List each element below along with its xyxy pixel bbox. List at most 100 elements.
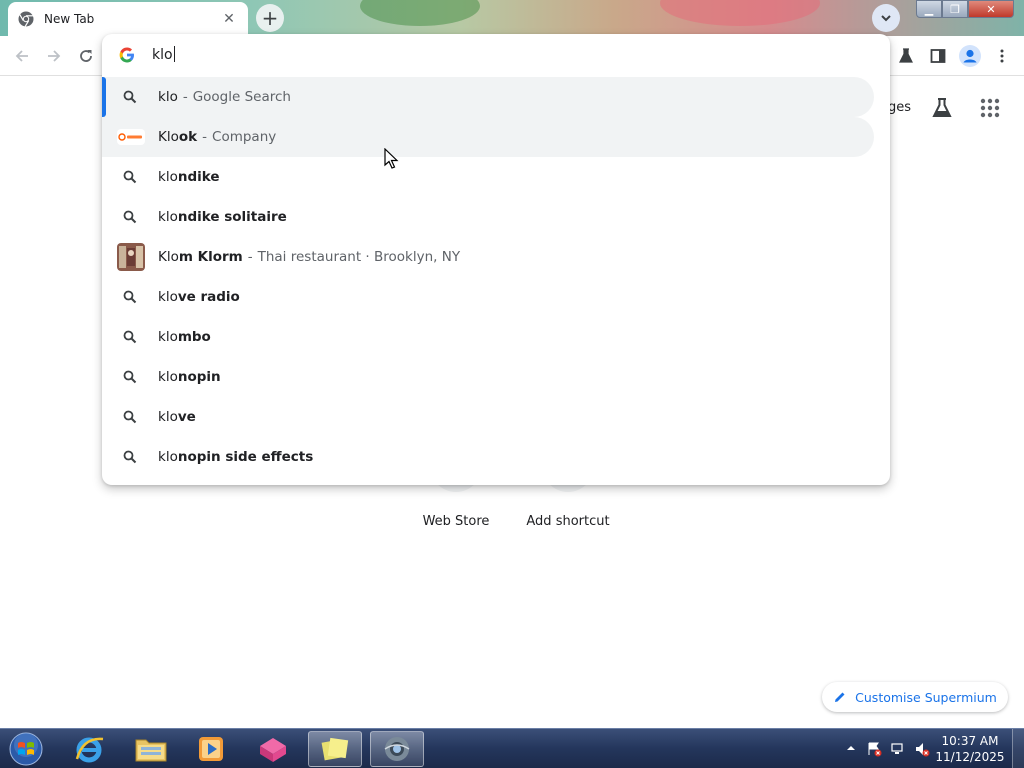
folder-icon <box>135 739 167 762</box>
tab-title: New Tab <box>44 12 95 26</box>
media-player-icon <box>199 737 223 761</box>
forward-button[interactable] <box>42 44 66 68</box>
search-icon <box>122 289 138 305</box>
suggestion-typed: klo <box>158 289 178 305</box>
internet-explorer-icon <box>75 737 104 763</box>
suggestion-completion: m Klorm <box>178 249 243 265</box>
separator: - <box>247 249 253 265</box>
suggestion-completion: nopin side effects <box>177 449 314 465</box>
suggestion-typed: klo <box>158 329 178 345</box>
suggestion-typed: klo <box>158 449 178 465</box>
suggestion-completion: ndike solitaire <box>177 209 287 225</box>
taskbar-sticky-notes[interactable] <box>308 731 362 767</box>
suggestion-typed: Klo <box>158 129 179 145</box>
start-button[interactable] <box>6 731 46 767</box>
customise-button[interactable]: Customise Supermium <box>822 682 1008 712</box>
arrow-left-icon <box>15 50 28 62</box>
search-icon <box>122 369 138 385</box>
chevron-up-icon[interactable] <box>846 743 856 753</box>
maximize-button[interactable]: ❐ <box>942 0 968 18</box>
taskbar-file-explorer[interactable] <box>124 731 178 767</box>
taskbar-app-pink[interactable] <box>246 731 300 767</box>
menu-button[interactable] <box>990 44 1014 68</box>
suggestion-typed: klo <box>158 169 178 185</box>
suggestion-completion: mbo <box>177 329 211 345</box>
omnibox-dropdown: klo klo - Google Search Klook - Company <box>102 34 890 485</box>
suggestion-completion: ok <box>178 129 198 145</box>
browser-title-bar: New Tab ✕ + ▁ ❐ ✕ <box>0 0 1024 36</box>
separator: - <box>202 129 208 145</box>
suggestion-row-klondike-solitaire[interactable]: klo ndike solitaire <box>102 197 874 237</box>
suggestion-row-klonopin[interactable]: klo nopin <box>102 357 874 397</box>
labs-extension-icon[interactable] <box>894 44 918 68</box>
suggestion-row-klondike[interactable]: klo ndike <box>102 157 874 197</box>
network-icon[interactable] <box>890 741 906 757</box>
text-caret <box>173 46 175 62</box>
taskbar-media-player[interactable] <box>184 731 238 767</box>
search-icon <box>122 449 138 465</box>
omnibox-input-row[interactable]: klo <box>102 34 890 76</box>
more-vertical-icon <box>1000 49 1004 63</box>
windows-taskbar: 10:37 AM 11/12/2025 <box>0 728 1024 768</box>
search-icon <box>122 169 138 185</box>
chrome-icon <box>18 11 34 27</box>
avatar-icon <box>959 45 981 67</box>
theme-background-decoration <box>660 0 820 26</box>
system-tray: 10:37 AM 11/12/2025 <box>840 729 1024 768</box>
clock-time: 10:37 AM <box>941 734 999 748</box>
show-desktop-button[interactable] <box>1012 729 1024 768</box>
suggestion-typed: klo <box>158 369 178 385</box>
search-icon <box>122 89 138 105</box>
taskbar-browser[interactable] <box>370 731 424 767</box>
suggestion-text: klo <box>158 89 178 105</box>
action-center-flag-icon[interactable] <box>866 741 882 757</box>
suggestion-row-klom-klorm[interactable]: Klo m Klorm - Thai restaurant · Brooklyn,… <box>102 237 874 277</box>
side-panel-button[interactable] <box>926 44 950 68</box>
mouse-pointer-icon <box>384 148 399 169</box>
tab-search-button[interactable] <box>872 4 900 32</box>
taskbar-internet-explorer[interactable] <box>62 731 116 767</box>
close-window-button[interactable]: ✕ <box>968 0 1014 18</box>
suggestion-detail: Google Search <box>192 89 291 105</box>
browser-globe-icon <box>384 737 410 761</box>
suggestion-completion: nopin <box>177 369 221 385</box>
window-controls: ▁ ❐ ✕ <box>916 0 1024 20</box>
volume-muted-icon[interactable] <box>914 741 930 757</box>
suggestion-row-klook[interactable]: Klo ok - Company <box>102 117 874 157</box>
suggestion-row-klove-radio[interactable]: klo ve radio <box>102 277 874 317</box>
clock-date: 11/12/2025 <box>935 750 1005 764</box>
taskbar-clock[interactable]: 10:37 AM 11/12/2025 <box>932 733 1008 765</box>
close-tab-icon[interactable]: ✕ <box>220 10 238 28</box>
images-link[interactable]: ges <box>888 100 911 115</box>
klook-logo-icon <box>117 129 145 145</box>
flask-icon <box>899 48 913 63</box>
sticky-notes-icon <box>321 737 349 761</box>
tab-new-tab[interactable]: New Tab ✕ <box>8 2 248 36</box>
omnibox-input[interactable]: klo <box>152 46 175 63</box>
separator: - <box>182 89 188 105</box>
labs-flask-icon[interactable] <box>930 96 954 120</box>
suggestion-typed: Klo <box>158 249 179 265</box>
suggestion-detail: Company <box>212 129 277 145</box>
profile-button[interactable] <box>958 44 982 68</box>
side-panel-icon <box>930 49 946 63</box>
google-g-icon <box>119 47 135 63</box>
suggestion-completion: ve <box>177 409 196 425</box>
suggestion-row-klombo[interactable]: klo mbo <box>102 317 874 357</box>
suggestion-typed: klo <box>158 409 178 425</box>
pencil-icon <box>835 692 845 702</box>
windows-logo-icon <box>9 732 43 766</box>
back-button[interactable] <box>10 44 34 68</box>
new-tab-button[interactable]: + <box>256 4 284 32</box>
shortcut-label[interactable]: Add shortcut <box>518 514 618 529</box>
suggestion-typed: klo <box>158 209 178 225</box>
google-apps-icon[interactable] <box>978 96 1002 120</box>
toolbox-icon <box>260 738 286 762</box>
minimize-button[interactable]: ▁ <box>916 0 942 18</box>
shortcut-label[interactable]: Web Store <box>406 514 506 529</box>
reload-button[interactable] <box>74 44 98 68</box>
suggestion-row-klonopin-side-effects[interactable]: klo nopin side effects <box>102 437 874 477</box>
suggestion-row-klove[interactable]: klo ve <box>102 397 874 437</box>
suggestion-row-search-klo[interactable]: klo - Google Search <box>102 77 874 117</box>
suggestion-list: klo - Google Search Klo ok - Company klo n… <box>102 77 890 477</box>
